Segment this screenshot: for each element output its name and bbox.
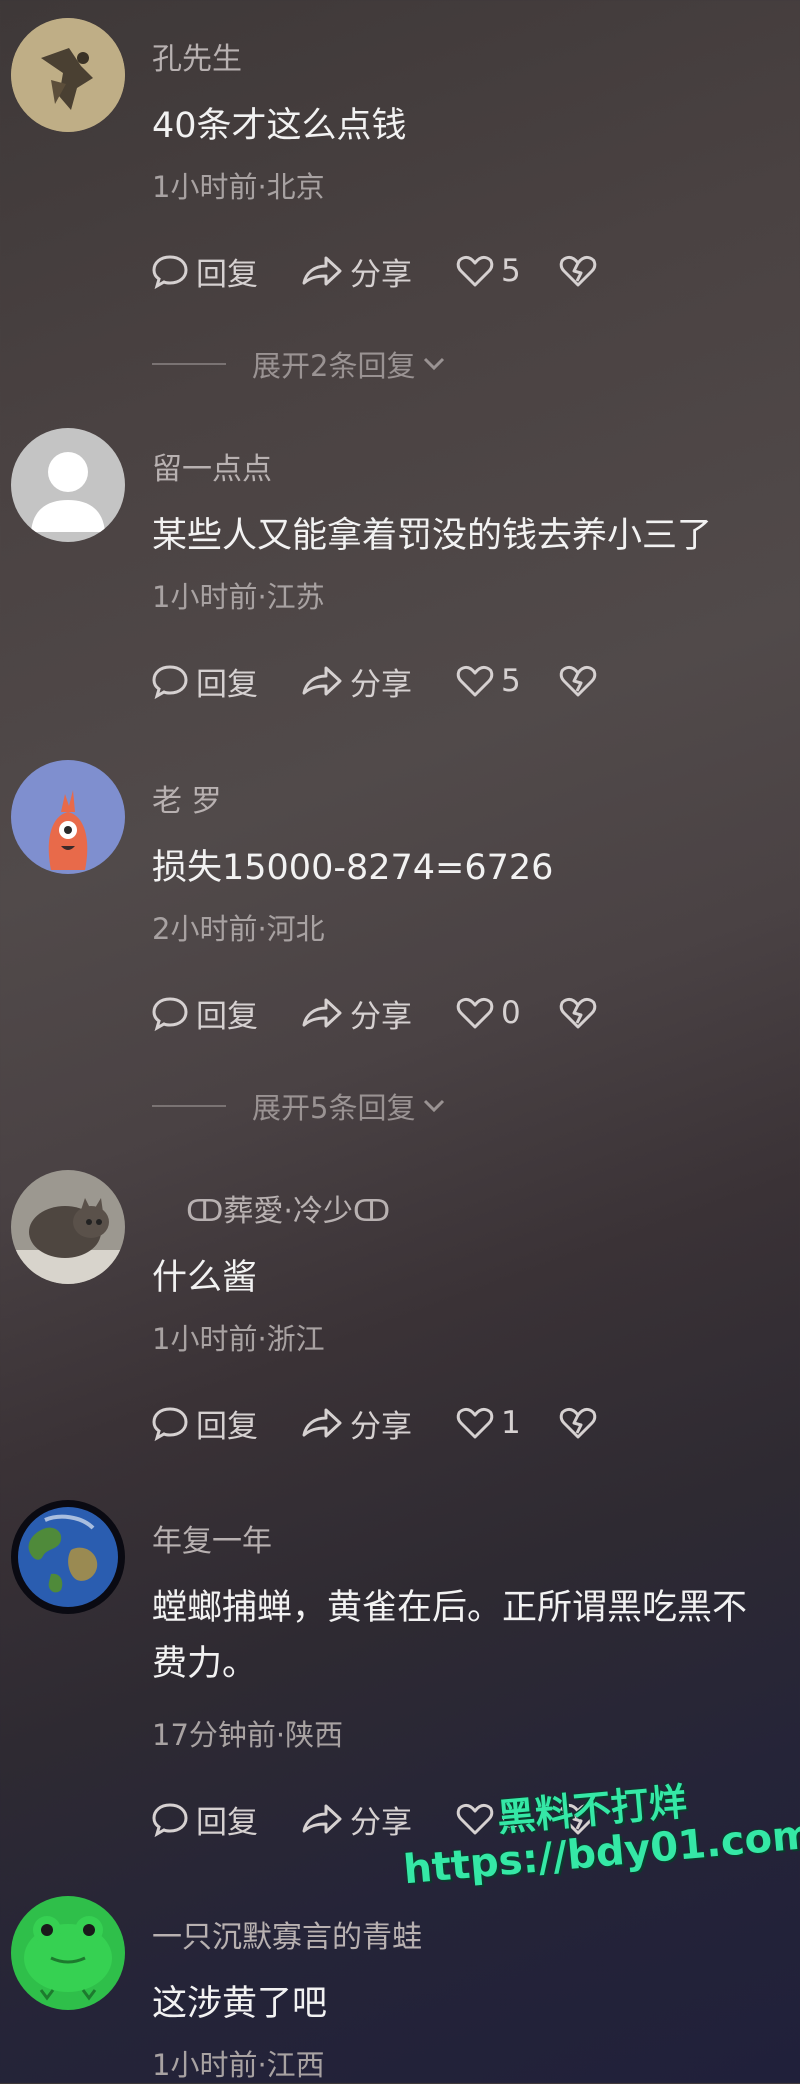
frog-avatar-icon xyxy=(11,1896,125,2010)
like-count: 5 xyxy=(501,663,521,699)
avatar[interactable] xyxy=(11,1500,125,1614)
expand-replies[interactable]: 展开2条回复 xyxy=(152,344,449,384)
comment-text: 40条才这么点钱 xyxy=(152,106,407,146)
heart-icon xyxy=(456,1803,494,1835)
share-arrow-icon xyxy=(302,1804,342,1834)
reply-label: 回复 xyxy=(196,256,258,293)
reply-label: 回复 xyxy=(196,1408,258,1445)
share-arrow-icon xyxy=(302,998,342,1028)
broken-heart-icon xyxy=(559,255,597,287)
share-arrow-icon xyxy=(302,256,342,286)
dislike-button[interactable] xyxy=(558,658,598,704)
avatar[interactable] xyxy=(11,428,125,542)
reply-button[interactable]: 回复 xyxy=(150,658,258,704)
like-button[interactable]: 0 xyxy=(455,990,521,1036)
heart-icon xyxy=(456,997,494,1029)
comment-text: 螳螂捕蝉，黄雀在后。正所谓黑吃黑不费力。 xyxy=(152,1588,748,1684)
expand-replies-label: 展开5条回复 xyxy=(252,1091,416,1125)
expand-replies[interactable]: 展开5条回复 xyxy=(152,1086,449,1126)
comment-text: 损失15000-8274=6726 xyxy=(152,848,554,888)
earth-avatar-icon xyxy=(11,1500,125,1614)
comment-bubble-icon xyxy=(152,997,188,1032)
avatar[interactable] xyxy=(11,1170,125,1284)
chevron-down-icon xyxy=(424,1099,445,1113)
comment-bubble-icon xyxy=(152,1803,188,1838)
reply-button[interactable]: 回复 xyxy=(150,1400,258,1446)
dislike-button[interactable] xyxy=(558,990,598,1036)
share-arrow-icon xyxy=(302,666,342,696)
avatar[interactable] xyxy=(11,760,125,874)
dislike-button[interactable] xyxy=(558,1400,598,1446)
share-button[interactable]: 分享 xyxy=(300,990,412,1036)
comment-meta: 1小时前·江西 xyxy=(152,2048,325,2082)
divider xyxy=(152,363,226,365)
username[interactable]: 留一点点 xyxy=(152,444,272,488)
cartoon-bird-avatar-icon xyxy=(11,760,125,874)
dislike-button[interactable] xyxy=(558,248,598,294)
heart-icon xyxy=(456,665,494,697)
like-button[interactable]: 1 xyxy=(455,1400,521,1446)
comment-bubble-icon xyxy=(152,255,188,290)
heart-icon xyxy=(456,1407,494,1439)
expand-replies-label: 展开2条回复 xyxy=(252,349,416,383)
comment-bubble-icon xyxy=(152,1407,188,1442)
reply-button[interactable]: 回复 xyxy=(150,1796,258,1842)
share-label: 分享 xyxy=(350,1804,412,1841)
comment-text: 什么酱 xyxy=(152,1258,258,1298)
avatar[interactable] xyxy=(11,1896,125,2010)
broken-heart-icon xyxy=(559,665,597,697)
comment-actions: 回复 分享 5 xyxy=(150,658,610,704)
default-avatar-icon xyxy=(11,428,125,542)
comment-meta: 1小时前·江苏 xyxy=(152,580,325,614)
comment-bubble-icon xyxy=(152,665,188,700)
reply-label: 回复 xyxy=(196,998,258,1035)
share-arrow-icon xyxy=(302,1408,342,1438)
username[interactable]: 年复一年 xyxy=(152,1516,272,1560)
cat-avatar-icon xyxy=(11,1170,125,1284)
comment-text: 某些人又能拿着罚没的钱去养小三了 xyxy=(152,516,713,556)
comment-actions: 回复 分享 0 xyxy=(150,990,610,1036)
comment-actions: 回复 分享 5 xyxy=(150,248,610,294)
share-label: 分享 xyxy=(350,998,412,1035)
share-button[interactable]: 分享 xyxy=(300,1796,412,1842)
username[interactable]: 一只沉默寡言的青蛙 xyxy=(152,1912,422,1956)
heart-icon xyxy=(456,255,494,287)
username[interactable]: ↀ葬愛·冷少ↀ xyxy=(186,1186,390,1230)
broken-heart-icon xyxy=(559,997,597,1029)
like-count: 0 xyxy=(501,995,521,1031)
reply-label: 回复 xyxy=(196,1804,258,1841)
divider xyxy=(152,1105,226,1107)
reply-label: 回复 xyxy=(196,666,258,703)
like-count: 5 xyxy=(501,253,521,289)
username[interactable]: 孔先生 xyxy=(152,34,242,78)
comment-text: 这涉黄了吧 xyxy=(152,1984,328,2024)
share-label: 分享 xyxy=(350,666,412,703)
chevron-down-icon xyxy=(424,357,445,371)
like-button[interactable]: 5 xyxy=(455,658,521,704)
comment-actions: 回复 分享 1 xyxy=(150,1400,610,1446)
reply-button[interactable]: 回复 xyxy=(150,990,258,1036)
like-button[interactable]: 5 xyxy=(455,248,521,294)
reply-button[interactable]: 回复 xyxy=(150,248,258,294)
avatar-image-icon xyxy=(11,18,125,132)
share-button[interactable]: 分享 xyxy=(300,248,412,294)
avatar[interactable] xyxy=(11,18,125,132)
comment-meta: 1小时前·北京 xyxy=(152,170,325,204)
share-label: 分享 xyxy=(350,1408,412,1445)
broken-heart-icon xyxy=(559,1407,597,1439)
share-button[interactable]: 分享 xyxy=(300,658,412,704)
username[interactable]: 老 罗 xyxy=(152,776,222,820)
comment-meta: 17分钟前·陕西 xyxy=(152,1718,344,1752)
comment-meta: 2小时前·河北 xyxy=(152,912,325,946)
like-count: 1 xyxy=(501,1405,521,1441)
comment-meta: 1小时前·浙江 xyxy=(152,1322,325,1356)
share-label: 分享 xyxy=(350,256,412,293)
share-button[interactable]: 分享 xyxy=(300,1400,412,1446)
